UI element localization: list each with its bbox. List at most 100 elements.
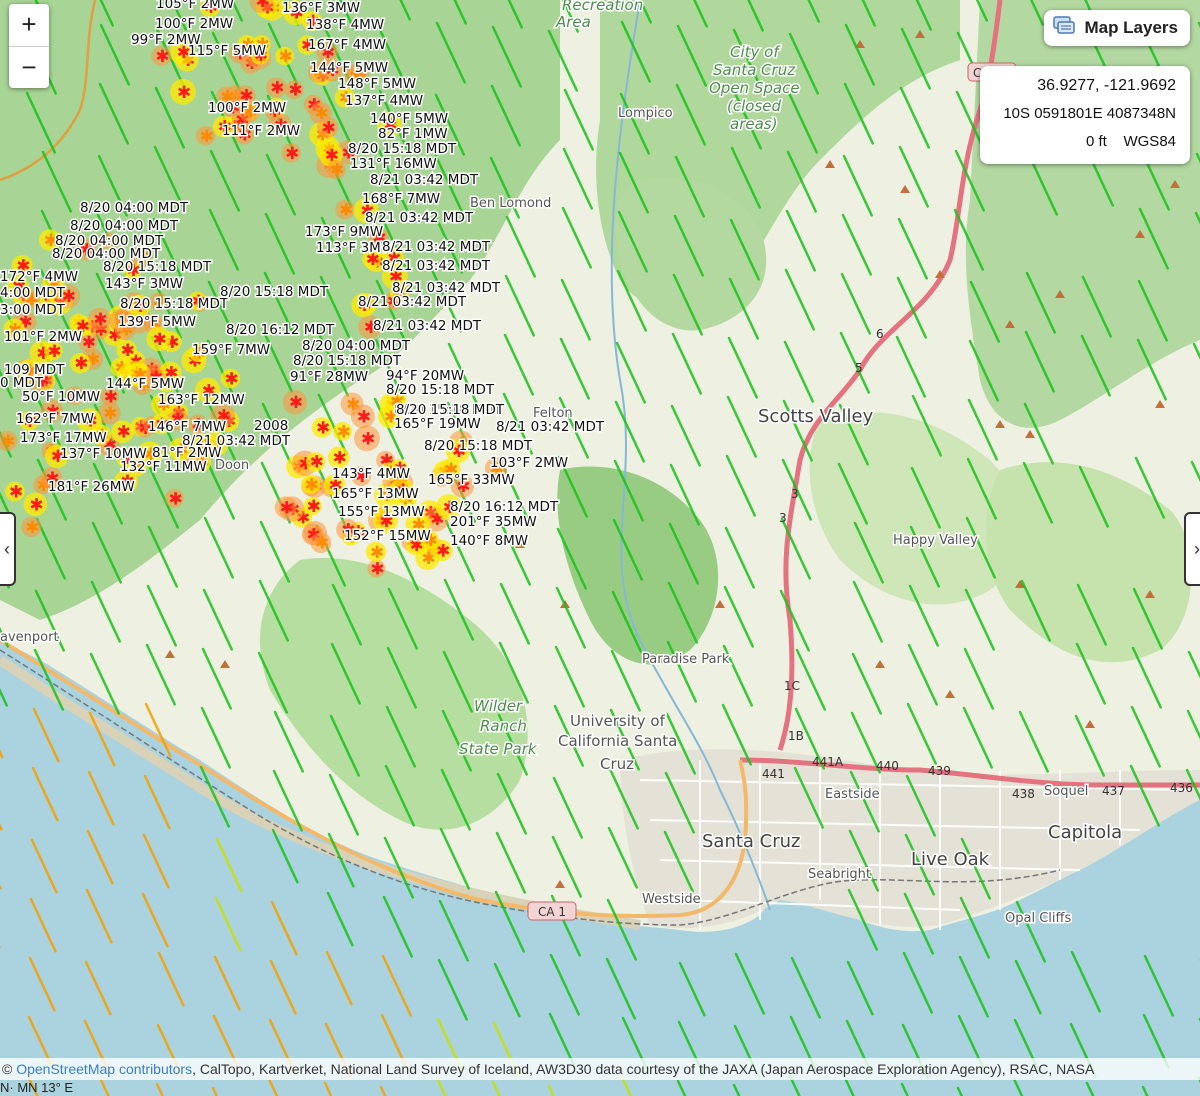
map-attribution: © OpenStreetMap contributors, CalTopo, K… bbox=[0, 1058, 1200, 1080]
fire-detection-label: 173°F 17MW bbox=[20, 430, 107, 446]
fire-detection-marker[interactable]: ✱ bbox=[326, 159, 346, 181]
fire-detection-label: 8/20 15:18 MDT bbox=[103, 259, 212, 275]
utm-readout: 10S 0591801E 4087348N bbox=[1003, 105, 1176, 122]
fire-detection-marker[interactable]: ✱ bbox=[220, 368, 241, 390]
fire-detection-label: 201°F 35MW bbox=[450, 514, 537, 530]
fire-detection-marker[interactable]: ✱ bbox=[335, 199, 355, 221]
fire-detection-label: 91°F 28MW bbox=[290, 369, 368, 385]
place-label: Live Oak bbox=[911, 849, 990, 870]
fire-detection-label: 8/21 03:42 MDT bbox=[358, 294, 467, 310]
route-shield: 441 bbox=[762, 767, 785, 781]
svg-text:✱: ✱ bbox=[25, 518, 39, 538]
route-shield: 437 bbox=[1102, 784, 1125, 798]
place-label: Ben Lomond bbox=[470, 196, 551, 211]
route-shield: 436 bbox=[1170, 781, 1193, 795]
route-shield: 440 bbox=[876, 759, 899, 773]
fire-detection-label: 8/21 03:42 MDT bbox=[373, 318, 482, 334]
svg-text:✱: ✱ bbox=[310, 453, 324, 473]
place-label: California Santa bbox=[558, 732, 677, 750]
fire-detection-marker[interactable]: ✱ bbox=[301, 474, 321, 496]
place-label: Cruz bbox=[600, 755, 634, 773]
datum-readout: WGS84 bbox=[1123, 133, 1176, 150]
place-label: Scotts Valley bbox=[758, 406, 874, 427]
place-label: State Park bbox=[459, 740, 538, 758]
svg-text:✱: ✱ bbox=[279, 47, 293, 67]
fire-detection-marker[interactable]: ✱ bbox=[354, 425, 380, 452]
fire-detection-marker[interactable]: ✱ bbox=[333, 421, 352, 442]
svg-text:✱: ✱ bbox=[117, 423, 131, 443]
svg-text:✱: ✱ bbox=[93, 310, 107, 330]
place-label: City of bbox=[730, 43, 781, 61]
fire-detection-label: 8/21 03:42 MDT bbox=[370, 172, 479, 188]
svg-text:✱: ✱ bbox=[305, 475, 319, 495]
fire-detection-label: 165°F 33MW bbox=[428, 472, 515, 488]
fire-detection-marker[interactable]: ✱ bbox=[274, 496, 297, 518]
fire-detection-label: 148°F 5MW bbox=[338, 76, 416, 92]
fire-detection-label: 8/20 15:18 MDT bbox=[120, 296, 229, 312]
right-panel-toggle[interactable]: › bbox=[1184, 512, 1200, 586]
fire-detection-label: 8/20 15:18 MDT bbox=[386, 382, 495, 398]
fire-detection-label: 8/20 04:00 MDT bbox=[70, 218, 179, 234]
chevron-left-icon: ‹ bbox=[4, 538, 10, 559]
fire-detection-label: 8/20 04:00 MDT bbox=[80, 200, 189, 216]
fire-detection-label: 82°F 1MW bbox=[378, 126, 448, 142]
fire-detection-marker[interactable]: ✱ bbox=[282, 389, 308, 415]
fire-detection-label: 143°F 4MW bbox=[332, 466, 410, 482]
fire-detection-label: 111°F 2MW bbox=[222, 123, 300, 139]
svg-text:✱: ✱ bbox=[224, 369, 238, 389]
svg-text:✱: ✱ bbox=[315, 534, 329, 554]
map-layers-button[interactable]: Map Layers bbox=[1044, 10, 1190, 46]
fire-detection-marker[interactable]: ✱ bbox=[303, 496, 322, 517]
zoom-in-button[interactable]: + bbox=[9, 4, 49, 47]
copyright-symbol: © bbox=[2, 1061, 17, 1077]
fire-detection-marker[interactable]: ✱ bbox=[281, 143, 301, 164]
fire-detection-label: 8/20 16:12 MDT bbox=[226, 322, 335, 338]
svg-text:✱: ✱ bbox=[168, 489, 182, 509]
svg-text:✱: ✱ bbox=[322, 118, 336, 138]
elevation-datum-readout: 0 ft WGS84 bbox=[980, 128, 1190, 156]
fire-detection-marker[interactable]: ✱ bbox=[195, 126, 216, 147]
fire-detection-label: 8/20 15:18 MDT bbox=[293, 353, 402, 369]
fire-detection-label: 140°F 8MW bbox=[450, 533, 528, 549]
fire-detection-marker[interactable]: ✱ bbox=[170, 78, 196, 105]
fire-detection-marker[interactable]: ✱ bbox=[275, 46, 294, 67]
fire-detection-marker[interactable]: ✱ bbox=[350, 404, 375, 429]
latlon-readout: 36.9277, -121.9692 bbox=[1037, 77, 1176, 94]
svg-text:✱: ✱ bbox=[155, 47, 169, 67]
fire-detection-marker[interactable]: ✱ bbox=[165, 488, 184, 509]
fire-detection-label: 3:00 MDT bbox=[0, 302, 66, 318]
place-label: Happy Valley bbox=[893, 533, 978, 548]
fire-detection-marker[interactable]: ✱ bbox=[111, 420, 134, 443]
fire-detection-label: 105°F 2MW bbox=[156, 0, 234, 12]
fire-detection-label: 8/21 03:42 MDT bbox=[382, 239, 491, 255]
fire-detection-label: 131°F 16MW bbox=[350, 156, 437, 172]
fire-detection-marker[interactable]: ✱ bbox=[305, 452, 326, 473]
fire-detection-label: 100°F 2MW bbox=[155, 16, 233, 32]
map-canvas[interactable]: ✱✱✱✱✱✱✱ ✱✱✱✱✱✱✱✱✱✱✱✱✱✱✱✱✱✱✱✱ ✱✱✱✱✱✱✱✱✱✱✱✱ ✱… bbox=[0, 0, 1200, 1096]
fire-detection-label: 165°F 19MW bbox=[394, 416, 481, 432]
fire-detection-label: 8/20 15:18 MDT bbox=[424, 438, 533, 454]
svg-text:✱: ✱ bbox=[280, 498, 294, 518]
svg-text:✱: ✱ bbox=[289, 393, 303, 413]
fire-detection-marker[interactable]: ✱ bbox=[146, 326, 171, 351]
fire-detection-marker[interactable]: ✱ bbox=[23, 492, 48, 517]
left-panel-toggle[interactable]: ‹ bbox=[0, 512, 16, 586]
fire-detection-marker[interactable]: ✱ bbox=[88, 307, 111, 331]
zoom-out-button[interactable]: − bbox=[9, 47, 49, 89]
fire-detection-label: 100°F 2MW bbox=[208, 100, 286, 116]
svg-text:✱: ✱ bbox=[121, 341, 135, 361]
fire-detection-marker[interactable]: ✱ bbox=[5, 481, 25, 503]
fire-detection-label: 4:00 MDT bbox=[0, 285, 66, 301]
fire-detection-label: 173°F 9MW bbox=[305, 224, 383, 240]
fire-detection-label: 155°F 13MW bbox=[338, 504, 425, 520]
svg-text:✱: ✱ bbox=[285, 144, 299, 164]
fire-detection-marker[interactable]: ✱ bbox=[0, 430, 18, 452]
route-shield: 6 bbox=[876, 327, 884, 341]
place-label: Capitola bbox=[1048, 822, 1122, 843]
fire-detection-label: 8/21 03:42 MDT bbox=[496, 419, 605, 435]
route-shield: 439 bbox=[928, 764, 951, 778]
fire-detection-marker[interactable]: ✱ bbox=[284, 80, 304, 101]
fire-detection-label: 8/20 15:18 MDT bbox=[348, 141, 457, 157]
osm-attribution-link[interactable]: OpenStreetMap contributors bbox=[16, 1061, 192, 1077]
fire-detection-label: 136°F 3MW bbox=[282, 0, 360, 16]
